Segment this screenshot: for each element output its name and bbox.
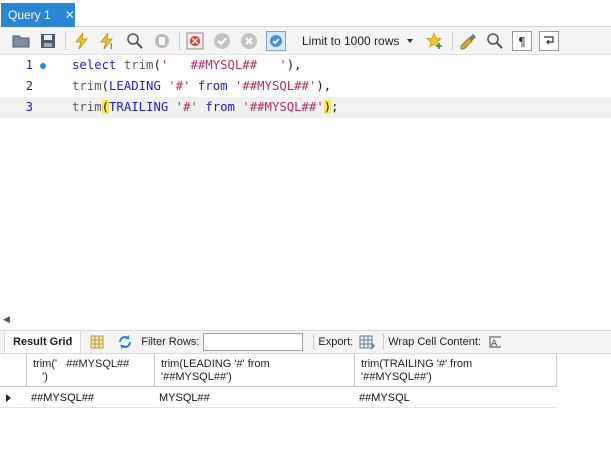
save-icon[interactable] <box>38 31 58 51</box>
code-token: ( <box>101 100 110 114</box>
commit-icon[interactable] <box>212 31 232 51</box>
grid-header-row: trim(' ##MYSQL## ') trim(LEADING '#' fro… <box>0 354 557 387</box>
code-token: '#' <box>175 100 198 114</box>
chevron-down-icon <box>407 38 413 43</box>
toggle-error-icon[interactable] <box>185 31 205 51</box>
export-icon[interactable] <box>357 332 377 352</box>
svg-text:I: I <box>110 42 112 50</box>
code-token: select <box>72 58 117 72</box>
open-folder-icon[interactable] <box>11 31 31 51</box>
toolbar-separator <box>383 334 385 350</box>
tab-close-icon[interactable]: ✕ <box>65 8 75 22</box>
editor-tab-strip: Query 1 ✕ <box>0 0 611 27</box>
line-number: 3 <box>25 100 33 114</box>
toolbar-separator <box>313 334 315 350</box>
code-text: select trim(' ##MYSQL## '), <box>72 55 302 76</box>
grid-view-icon[interactable] <box>87 332 107 352</box>
table-row[interactable]: ##MYSQL## MYSQL## ##MYSQL <box>0 388 557 408</box>
wrap-cell-content-label: Wrap Cell Content: <box>388 336 481 348</box>
column-header[interactable]: trim(LEADING '#' from '##MYSQL##') <box>155 354 355 386</box>
line-number: 2 <box>25 79 33 93</box>
tab-query-1[interactable]: Query 1 ✕ <box>1 3 75 27</box>
code-token: trim <box>72 79 102 93</box>
execute-icon[interactable] <box>71 31 91 51</box>
code-token: from <box>205 100 235 114</box>
line-number: 1 <box>25 58 33 72</box>
code-token: from <box>197 79 228 93</box>
code-token: ), <box>286 58 302 72</box>
table-cell[interactable]: MYSQL## <box>155 388 355 407</box>
code-token: ; <box>331 100 339 114</box>
query-toolbar: I Limit to 1000 rows ¶ <box>0 27 611 55</box>
wrap-cell-content-icon[interactable]: A <box>485 332 505 352</box>
current-row-icon <box>6 393 11 402</box>
column-header[interactable]: trim(TRAILING '#' from '##MYSQL##') <box>355 354 557 386</box>
table-cell[interactable]: ##MYSQL <box>355 388 557 407</box>
toolbar-separator <box>452 31 453 50</box>
find-icon[interactable] <box>485 31 505 51</box>
result-toolbar: Result Grid Filter Rows: Export: Wrap Ce… <box>0 330 611 354</box>
code-token: '##MYSQL##' <box>242 100 324 114</box>
stop-icon[interactable] <box>152 31 172 51</box>
toolbar-separator <box>179 31 180 50</box>
scroll-left-icon[interactable]: ◀ <box>3 314 10 325</box>
autocommit-icon[interactable] <box>266 30 286 51</box>
toolbar-separator <box>65 31 66 50</box>
tab-title: Query 1 <box>8 8 51 22</box>
code-token: TRAILING <box>109 100 169 114</box>
refresh-icon[interactable] <box>115 332 135 352</box>
statement-marker-icon <box>40 63 46 69</box>
code-token: ), <box>316 79 332 93</box>
execute-current-icon[interactable]: I <box>98 31 118 51</box>
code-token: '#' <box>168 79 191 93</box>
code-token: '##MYSQL##' <box>234 79 317 93</box>
code-token: ( <box>101 79 110 93</box>
wrap-icon[interactable] <box>539 30 559 51</box>
sql-editor[interactable]: 1 select trim(' ##MYSQL## '), 2 trim(LEADIN… <box>0 55 611 308</box>
limit-rows-select[interactable]: Limit to 1000 rows <box>295 30 419 52</box>
grid-corner-cell <box>0 354 27 386</box>
explain-icon[interactable] <box>125 31 145 51</box>
editor-line[interactable]: 1 select trim(' ##MYSQL## '), <box>0 55 611 76</box>
export-label: Export: <box>318 336 354 348</box>
beautify-icon[interactable] <box>458 31 478 51</box>
svg-text:¶: ¶ <box>518 35 526 48</box>
code-token: trim <box>123 58 154 72</box>
code-text: trim(LEADING '#' from '##MYSQL##'), <box>72 76 331 97</box>
row-marker <box>0 388 27 407</box>
filter-rows-label: Filter Rows: <box>141 336 200 348</box>
svg-text:A: A <box>491 339 498 349</box>
rollback-icon[interactable] <box>239 31 259 51</box>
editor-line[interactable]: 2 trim(LEADING '#' from '##MYSQL##'), <box>0 76 611 97</box>
code-token: trim <box>72 100 102 114</box>
code-token: ( <box>153 58 161 72</box>
table-cell[interactable]: ##MYSQL## <box>27 388 155 407</box>
code-text: trim(TRAILING '#' from '##MYSQL##'); <box>72 97 339 118</box>
result-grid: trim(' ##MYSQL## ') trim(LEADING '#' fro… <box>0 354 611 451</box>
column-header[interactable]: trim(' ##MYSQL## ') <box>27 354 155 386</box>
add-snippet-icon[interactable] <box>425 31 445 51</box>
code-token: LEADING <box>109 79 161 93</box>
editor-line[interactable]: 3 trim(TRAILING '#' from '##MYSQL##'); <box>0 97 611 118</box>
invisible-chars-icon[interactable]: ¶ <box>512 30 532 51</box>
filter-rows-input[interactable] <box>203 333 304 351</box>
limit-rows-label: Limit to 1000 rows <box>302 33 400 48</box>
tab-result-grid[interactable]: Result Grid <box>4 331 82 353</box>
code-token: ' ##MYSQL## ' <box>160 58 287 72</box>
